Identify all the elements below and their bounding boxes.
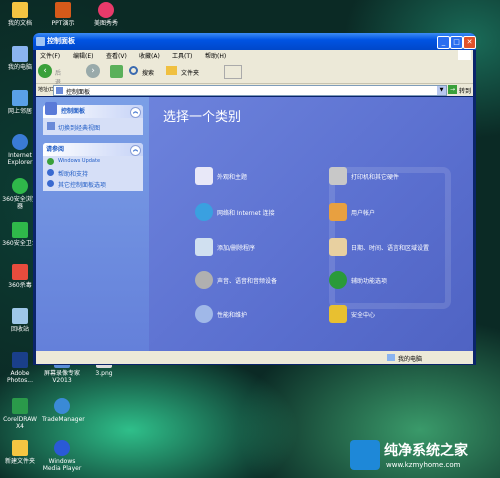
add-remove-icon <box>195 238 213 256</box>
network-icon <box>195 203 213 221</box>
watermark-title: 纯净系统之家 <box>384 443 468 459</box>
recycle-bin-icon <box>12 308 28 324</box>
maximize-button[interactable]: □ <box>450 36 463 49</box>
close-button[interactable]: ✕ <box>463 36 476 49</box>
help-icon <box>47 169 54 176</box>
shield-icon <box>329 305 347 323</box>
menu-bar: 文件(F) 编辑(E) 查看(V) 收藏(A) 工具(T) 帮助(H) <box>36 50 473 60</box>
network-places-icon <box>12 90 28 106</box>
window-title: 控制面板 <box>47 37 75 45</box>
menu-tools[interactable]: 工具(T) <box>172 51 192 60</box>
folders-icon <box>166 66 177 75</box>
control-panel-section-icon <box>45 102 57 115</box>
desktop-icon-coreldraw[interactable]: CorelDRAW X4 <box>0 398 40 430</box>
ppt-icon <box>55 2 71 18</box>
accessibility-icon <box>329 271 347 289</box>
control-panel-icon <box>36 37 45 46</box>
control-panel-section: 控制面板 ︽ 切换到经典视图 <box>43 102 143 135</box>
house-logo-icon <box>350 440 380 470</box>
toolbar: ‹ 后退 › 搜索 文件夹 <box>36 60 473 86</box>
background-checkmark-icon <box>329 167 451 309</box>
category-view: 选择一个类别 外观和主题 打印机和其它硬件 网络和 Internet 连接 用户… <box>149 97 473 351</box>
see-also-section: 请参阅 ︽ Windows Update 帮助和支持 其它控制面板选项 <box>43 143 143 191</box>
windows-logo-icon <box>458 50 471 60</box>
menu-file[interactable]: 文件(F) <box>40 51 60 60</box>
meitu-icon <box>98 2 114 18</box>
page-heading: 选择一个类别 <box>163 110 242 125</box>
menu-view[interactable]: 查看(V) <box>106 51 127 60</box>
control-panel-window: 控制面板 _ □ ✕ 文件(F) 编辑(E) 查看(V) 收藏(A) 工具(T)… <box>33 33 476 365</box>
photoshop-icon <box>12 352 28 368</box>
computer-icon <box>12 46 28 62</box>
search-icon <box>129 66 138 75</box>
views-button[interactable] <box>224 65 242 79</box>
folder-icon <box>12 2 28 18</box>
windows-update-icon <box>47 158 54 165</box>
desktop-icon-new-folder[interactable]: 新建文件夹 <box>0 440 40 465</box>
watermark-url: www.kzmyhome.com <box>386 461 461 469</box>
desktop-icon-my-documents[interactable]: 我的文档 <box>0 2 40 27</box>
see-also-link-help[interactable]: 帮助和支持 <box>43 167 143 178</box>
menu-edit[interactable]: 编辑(E) <box>73 51 93 60</box>
desktop-icon-trademanager[interactable]: TradeManager <box>42 398 85 423</box>
status-bar: 我的电脑 <box>36 351 473 364</box>
status-text: 我的电脑 <box>398 356 423 363</box>
control-panel-small-icon <box>56 87 63 94</box>
performance-icon <box>195 305 213 323</box>
other-options-icon <box>47 180 54 187</box>
datetime-icon <box>329 238 347 256</box>
minimize-button[interactable]: _ <box>437 36 450 49</box>
guard-icon <box>12 222 28 238</box>
desktop-icon-media-player[interactable]: Windows Media Player <box>42 440 82 472</box>
users-icon <box>329 203 347 221</box>
go-arrow-icon: → <box>448 85 457 94</box>
desktop-icon-meitu[interactable]: 美图秀秀 <box>86 2 126 27</box>
forward-button[interactable]: › <box>86 64 100 78</box>
address-input[interactable]: 控制面板 ▼ <box>53 85 447 96</box>
see-also-link-windows-update[interactable]: Windows Update <box>43 156 143 167</box>
printer-icon <box>329 167 347 185</box>
ie-icon <box>12 134 28 150</box>
task-pane: 控制面板 ︽ 切换到经典视图 请参阅 ︽ Windows Update 帮助和支… <box>36 97 149 351</box>
see-also-link-other-options[interactable]: 其它控制面板选项 <box>43 178 143 189</box>
menu-help[interactable]: 帮助(H) <box>205 51 226 60</box>
address-bar: 地址(D) 控制面板 ▼ → 转到 <box>36 84 473 96</box>
watermark-logo: 纯净系统之家 www.kzmyhome.com <box>350 438 496 474</box>
back-arrow-icon: ‹ <box>38 64 52 78</box>
title-bar[interactable]: 控制面板 _ □ ✕ <box>33 33 476 50</box>
up-button[interactable] <box>110 65 123 78</box>
switch-classic-view-link[interactable]: 切换到经典视图 <box>43 118 143 135</box>
address-dropdown-icon[interactable]: ▼ <box>437 86 446 95</box>
menu-favorites[interactable]: 收藏(A) <box>139 51 160 60</box>
appearance-icon <box>195 167 213 185</box>
control-panel-section-title: 控制面板 <box>61 108 86 115</box>
media-player-icon <box>54 440 70 456</box>
coreldraw-icon <box>12 398 28 414</box>
antivirus-icon <box>12 264 28 280</box>
desktop-icon-ppt[interactable]: PPT演示 <box>43 2 83 27</box>
see-also-title: 请参阅 <box>46 146 65 153</box>
trademanager-icon <box>54 398 70 414</box>
collapse-icon[interactable]: ︽ <box>130 107 141 118</box>
classic-view-icon <box>47 122 55 130</box>
folder-icon <box>12 440 28 456</box>
browser-icon <box>12 178 28 194</box>
collapse-icon[interactable]: ︽ <box>130 145 141 156</box>
sound-icon <box>195 271 213 289</box>
forward-arrow-icon: › <box>91 66 95 76</box>
my-computer-icon <box>387 354 395 361</box>
